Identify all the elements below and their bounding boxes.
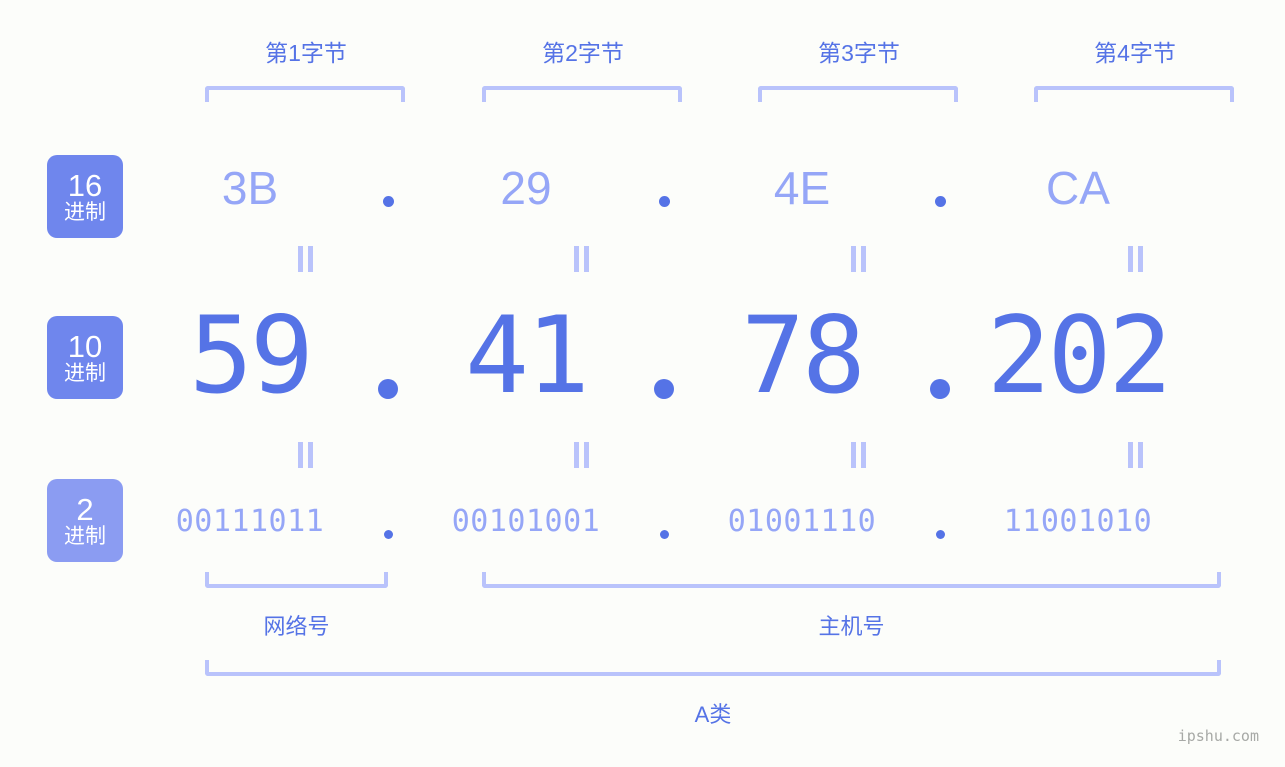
byte-header-2: 第2字节 xyxy=(542,40,624,66)
binary-separator-2 xyxy=(659,529,669,539)
binary-separator-1 xyxy=(383,529,393,539)
hex-separator-2 xyxy=(658,195,670,207)
class-label: A类 xyxy=(694,702,732,727)
binary-byte-2: 00101001 xyxy=(451,503,601,539)
hex-byte-4: CA xyxy=(1046,162,1110,214)
radix-badge-dec: 10 进制 xyxy=(47,316,123,399)
radix-badge-dec-system: 进制 xyxy=(64,362,106,385)
watermark: ipshu.com xyxy=(1177,727,1259,745)
decimal-byte-3: 78 xyxy=(741,293,866,417)
equals-icon-hex-dec-3 xyxy=(847,246,869,272)
byte-bracket-2 xyxy=(482,86,682,102)
hex-byte-3: 4E xyxy=(773,162,831,214)
ip-address-breakdown-diagram: 第1字节 第2字节 第3字节 第4字节 16 进制 10 进制 2 进制 3B … xyxy=(0,0,1285,767)
decimal-byte-4: 202 xyxy=(986,293,1172,417)
hex-separator-1 xyxy=(382,195,394,207)
binary-byte-4: 11001010 xyxy=(1003,503,1153,539)
byte-bracket-3 xyxy=(758,86,958,102)
hex-separator-3 xyxy=(934,195,946,207)
byte-header-1: 第1字节 xyxy=(265,40,347,66)
equals-icon-hex-dec-2 xyxy=(570,246,592,272)
equals-icon-dec-bin-3 xyxy=(847,442,869,468)
radix-badge-hex-number: 16 xyxy=(67,168,103,203)
decimal-byte-2: 41 xyxy=(465,293,590,417)
equals-icon-dec-bin-4 xyxy=(1124,442,1146,468)
radix-badge-dec-number: 10 xyxy=(67,329,103,364)
network-bracket xyxy=(205,572,388,588)
byte-bracket-1 xyxy=(205,86,405,102)
radix-badge-bin-number: 2 xyxy=(76,492,94,527)
byte-header-3: 第3字节 xyxy=(818,40,900,66)
class-bracket xyxy=(205,660,1221,676)
binary-byte-3: 01001110 xyxy=(727,503,877,539)
radix-badge-hex: 16 进制 xyxy=(47,155,123,238)
binary-row: 00111011 00101001 01001110 11001010 xyxy=(150,494,1250,548)
equals-icon-hex-dec-4 xyxy=(1124,246,1146,272)
decimal-separator-3 xyxy=(930,379,950,399)
decimal-separator-1 xyxy=(378,379,398,399)
binary-separator-3 xyxy=(935,529,945,539)
equals-icon-hex-dec-1 xyxy=(294,246,316,272)
network-section-label: 网络号 xyxy=(263,614,330,639)
equals-icon-dec-bin-2 xyxy=(570,442,592,468)
byte-bracket-4 xyxy=(1034,86,1234,102)
radix-badge-hex-system: 进制 xyxy=(64,201,106,224)
hex-byte-2: 29 xyxy=(500,162,552,214)
hex-row: 3B 29 4E CA xyxy=(150,150,1250,226)
equals-icon-dec-bin-1 xyxy=(294,442,316,468)
host-bracket xyxy=(482,572,1221,588)
decimal-byte-1: 59 xyxy=(189,293,314,417)
byte-header-4: 第4字节 xyxy=(1094,40,1176,66)
decimal-separator-2 xyxy=(654,379,674,399)
host-section-label: 主机号 xyxy=(818,614,885,639)
hex-byte-1: 3B xyxy=(221,162,279,214)
radix-badge-bin-system: 进制 xyxy=(64,525,106,548)
binary-byte-1: 00111011 xyxy=(175,503,325,539)
radix-badge-bin: 2 进制 xyxy=(47,479,123,562)
decimal-row: 59 41 78 202 xyxy=(150,292,1250,418)
